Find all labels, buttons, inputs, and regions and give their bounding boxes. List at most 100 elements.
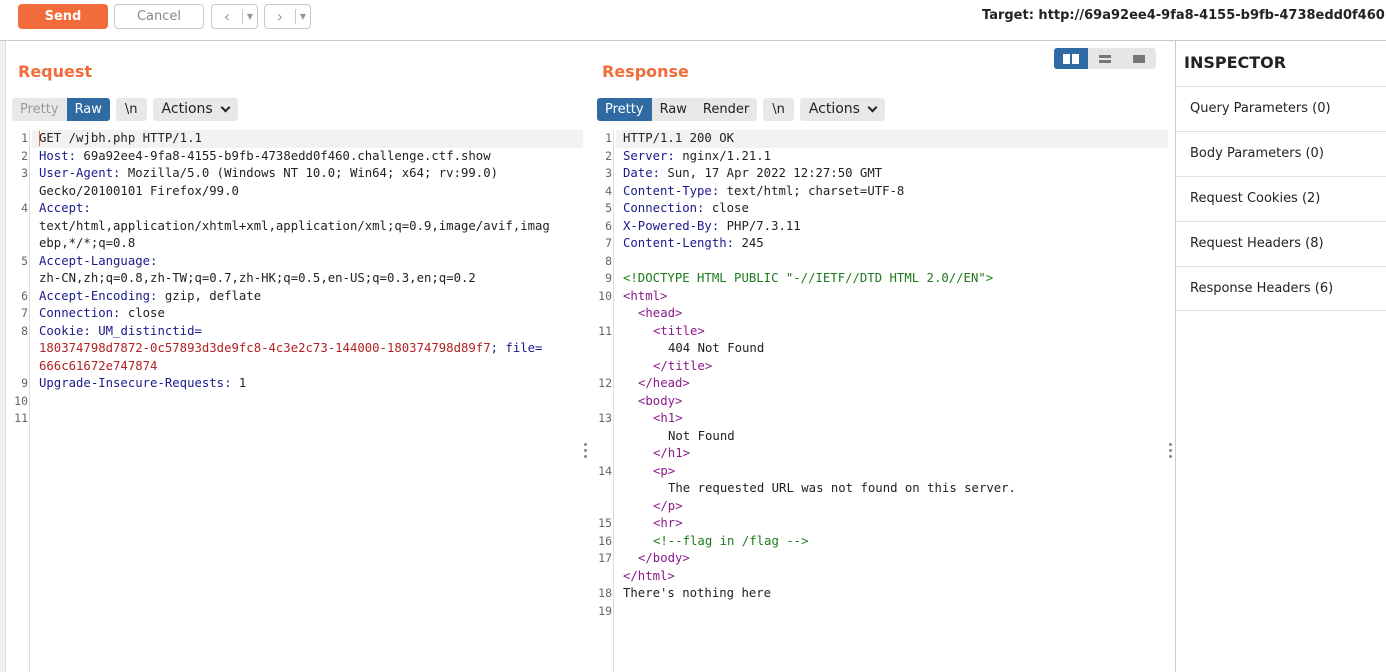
response-header-connection: Connection: close: [623, 200, 749, 218]
header-value-wrap: text/html,application/xhtml+xml,applicat…: [39, 218, 550, 233]
line-number: 10: [14, 393, 28, 408]
inspector-response-headers[interactable]: Response Headers (6): [1176, 266, 1386, 311]
response-title: Response: [602, 62, 689, 81]
title-open-tag: <title>: [653, 323, 705, 338]
target-url[interactable]: Target: http://69a92ee4-9fa8-4155-b9fb-4…: [982, 8, 1386, 23]
header-value: Mozilla/5.0 (Windows NT 10.0; Win64; x64…: [120, 166, 499, 180]
line-number: 1: [21, 131, 28, 145]
splitter-handle[interactable]: [584, 443, 588, 461]
inspector-request-headers[interactable]: Request Headers (8): [1176, 221, 1386, 266]
line-number: 8: [605, 253, 612, 268]
newline-toggle[interactable]: \n: [763, 98, 794, 121]
line-number: 6: [21, 288, 28, 303]
p-close-tag: </p>: [653, 498, 683, 513]
h1-text: Not Found: [668, 428, 735, 443]
cookie-value: 666c61672e747874: [39, 358, 158, 373]
header-value: text/html; charset=UTF-8: [719, 183, 905, 198]
actions-menu[interactable]: Actions: [799, 98, 885, 121]
toolbar: Send Cancel ‹ ▼ › ▼ Target: http://69a92…: [0, 0, 1386, 41]
request-tabs: Pretty Raw \n Actions: [12, 98, 238, 121]
html-comment: <!--flag in /flag -->: [653, 533, 809, 548]
send-button[interactable]: Send: [18, 4, 108, 29]
header-key: Host:: [39, 148, 77, 163]
cancel-button[interactable]: Cancel: [114, 4, 204, 29]
header-key: Connection:: [39, 306, 121, 320]
layout-stacked-button[interactable]: [1088, 48, 1122, 69]
forward-button[interactable]: › ▼: [264, 4, 311, 29]
header-value: 69a92ee4-9fa8-4155-b9fb-4738edd0f460.cha…: [76, 148, 491, 163]
inspector-request-cookies[interactable]: Request Cookies (2): [1176, 176, 1386, 221]
header-key: Upgrade-Insecure-Requests:: [39, 376, 232, 390]
p-open-tag: <p>: [653, 463, 676, 478]
response-header-content-type: Content-Type: text/html; charset=UTF-8: [623, 183, 904, 201]
chevron-right-icon: ›: [276, 7, 284, 26]
tab-raw[interactable]: Raw: [66, 98, 110, 121]
cookie-value-line: 180374798d7872-0c57893d3de9fc8-4c3e2c73-…: [39, 340, 542, 358]
header-value: Sun, 17 Apr 2022 12:27:50 GMT: [660, 166, 883, 180]
columns-icon: [1063, 53, 1079, 64]
rows-icon: [1099, 54, 1111, 63]
request-header-accept-encoding: Accept-Encoding: gzip, deflate: [39, 288, 261, 306]
line-number: 19: [598, 603, 612, 618]
tab-pretty[interactable]: Pretty: [597, 98, 652, 121]
response-editor[interactable]: 1 2 3 4 5 6 7 8 9 10 11 12 13 14 15 16 1…: [590, 130, 1168, 672]
header-key: Server:: [623, 148, 675, 163]
layout-single-button[interactable]: [1122, 48, 1156, 69]
header-key: X-Powered-By:: [623, 218, 720, 233]
line-number: 1: [605, 131, 612, 145]
tab-pretty[interactable]: Pretty: [12, 98, 67, 121]
line-number: 15: [598, 516, 612, 530]
newline-toggle[interactable]: \n: [115, 98, 147, 121]
line-number: 9: [605, 271, 612, 285]
request-editor[interactable]: 1 2 3 4 5 6 7 8 9 10 11 GET /wjbh.php HT…: [6, 130, 583, 672]
line-number: 10: [598, 288, 612, 303]
header-value-wrap: Gecko/20100101 Firefox/99.0: [39, 183, 239, 198]
status-line: HTTP/1.1 200 OK: [623, 131, 735, 145]
header-key: Connection:: [623, 201, 705, 215]
line-number: 11: [598, 323, 612, 338]
header-value: gzip, deflate: [157, 288, 262, 303]
hr-tag: <hr>: [653, 516, 683, 530]
actions-label: Actions: [161, 101, 213, 117]
h1-close-tag: </h1>: [653, 446, 691, 460]
inspector-body-parameters[interactable]: Body Parameters (0): [1176, 131, 1386, 176]
dropdown-arrow-icon[interactable]: ▼: [296, 12, 310, 21]
layout-side-by-side-button[interactable]: [1054, 48, 1088, 69]
header-key: User-Agent:: [39, 166, 121, 180]
splitter-handle[interactable]: [1169, 443, 1173, 461]
request-header-user-agent: User-Agent: Mozilla/5.0 (Windows NT 10.0…: [39, 165, 498, 183]
request-header-upgrade: Upgrade-Insecure-Requests: 1: [39, 375, 246, 393]
head-close-tag: </head>: [638, 376, 690, 390]
line-number: 6: [605, 218, 612, 233]
line-number: 12: [598, 376, 612, 390]
line-number: 17: [598, 551, 612, 565]
head-open-tag: <head>: [638, 306, 683, 320]
header-key: Accept:: [39, 201, 91, 215]
chevron-down-icon: [867, 102, 878, 113]
header-key: Accept-Language:: [39, 253, 158, 268]
actions-menu[interactable]: Actions: [152, 98, 238, 121]
request-header-cookie: Cookie: UM_distinctid=: [39, 323, 202, 341]
line-number: 3: [605, 166, 612, 180]
tab-raw[interactable]: Raw: [652, 98, 695, 121]
request-header-accept: Accept:: [39, 200, 91, 218]
title-close-tag: </title>: [653, 358, 713, 373]
layout-toggle: [1054, 48, 1156, 69]
header-value: close: [704, 201, 749, 215]
cookie-equals: =: [194, 323, 202, 338]
trailer-text: There's nothing here: [623, 586, 772, 600]
dropdown-arrow-icon[interactable]: ▼: [243, 12, 257, 21]
line-number: 14: [598, 463, 612, 478]
cookie-name: file: [505, 341, 536, 355]
request-header-accept-language: Accept-Language:: [39, 253, 157, 271]
chevron-down-icon: [220, 102, 231, 113]
line-number: 4: [605, 183, 612, 198]
tab-render[interactable]: Render: [695, 98, 757, 121]
inspector-query-parameters[interactable]: Query Parameters (0): [1176, 86, 1386, 131]
back-button[interactable]: ‹ ▼: [211, 4, 258, 29]
line-number: 16: [598, 533, 612, 548]
h1-open-tag: <h1>: [653, 411, 683, 425]
line-number: 4: [21, 201, 28, 215]
header-key: Content-Length:: [623, 236, 735, 250]
header-value: close: [120, 306, 165, 320]
